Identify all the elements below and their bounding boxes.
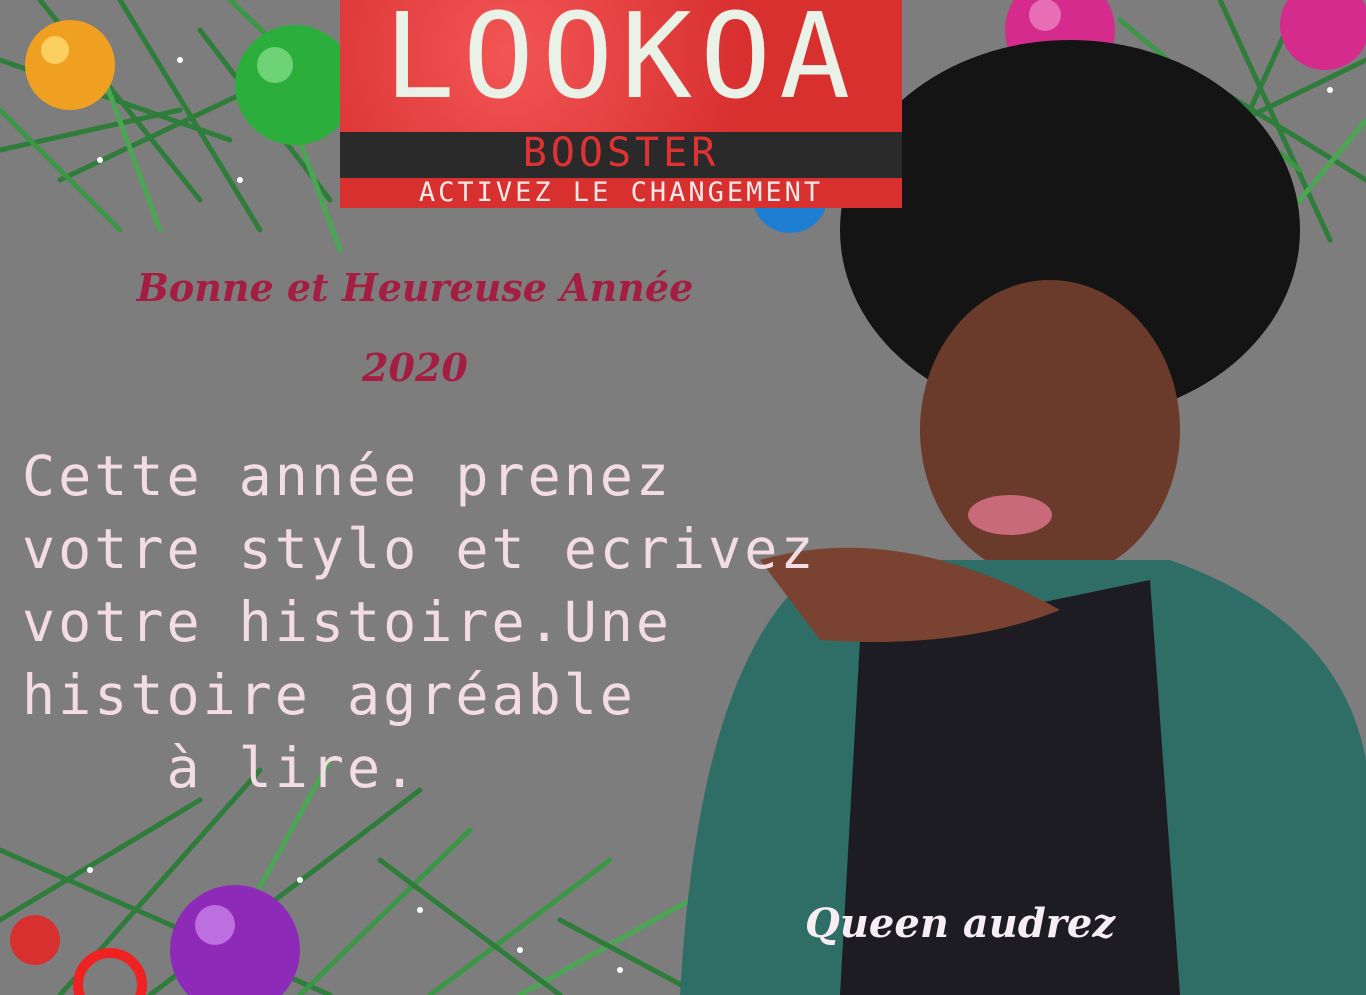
message-line-1: Cette année prenez — [22, 444, 673, 508]
message-line-3: votre histoire.Une — [22, 590, 673, 654]
message-text: Cette année prenez votre stylo et ecrivez… — [22, 440, 1022, 805]
message-line-4: histoire agréable — [22, 663, 636, 727]
greeting-card: LOOKOA BOOSTER ACTIVEZ LE CHANGEMENT Bon… — [0, 0, 1366, 995]
greeting-year: 2020 — [362, 345, 468, 390]
brand-logo: LOOKOA BOOSTER ACTIVEZ LE CHANGEMENT — [340, 0, 902, 208]
greeting-line-1: Bonne et Heureuse Année — [136, 265, 694, 310]
brand-tagline: ACTIVEZ LE CHANGEMENT — [418, 177, 824, 208]
brand-subtitle: BOOSTER — [522, 130, 720, 176]
signature: Queen audrez — [805, 900, 1116, 947]
new-year-greeting: Bonne et Heureuse Année 2020 — [30, 248, 800, 408]
brand-name: LOOKOA — [383, 0, 859, 125]
message-line-2: votre stylo et ecrivez — [22, 517, 817, 581]
message-line-5: à lire. — [22, 736, 420, 800]
